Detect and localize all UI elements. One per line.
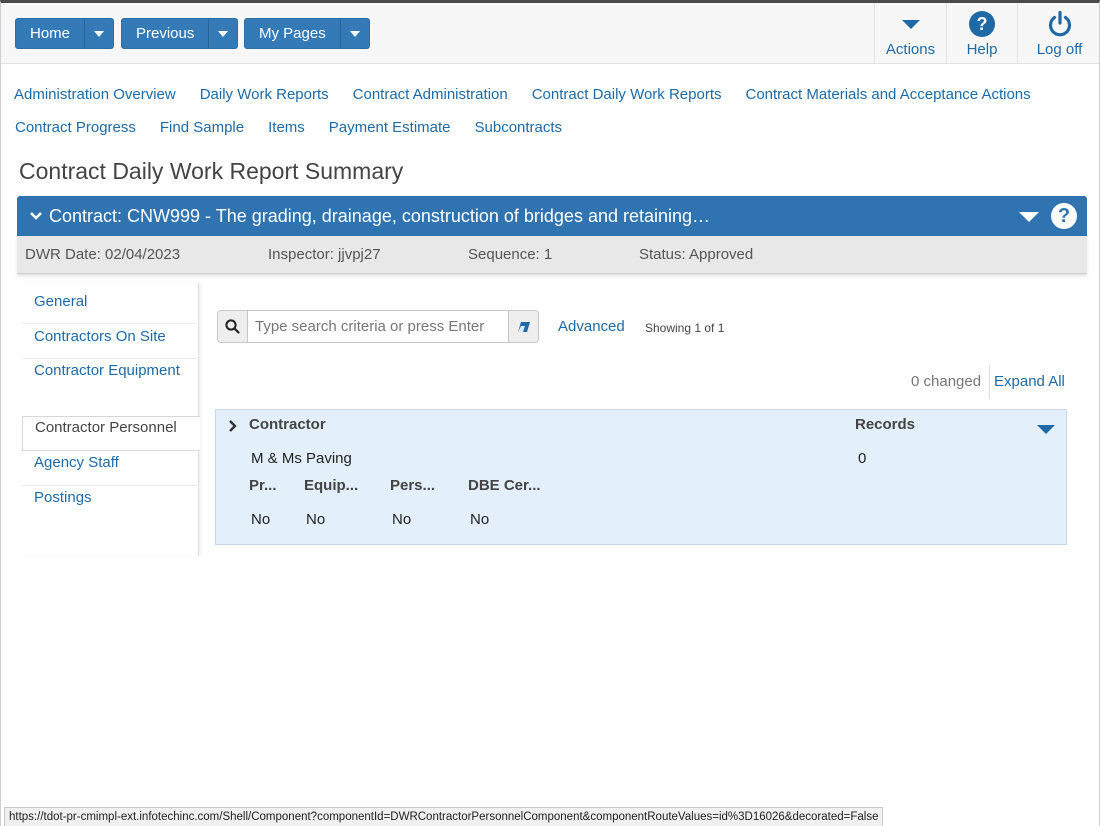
top-toolbar: Home Previous My Pages Actions ? Help Lo… bbox=[1, 3, 1099, 64]
mypages-button[interactable]: My Pages bbox=[245, 19, 341, 48]
contractor-grid-row: Contractor Records M & Ms Paving 0 Pr...… bbox=[215, 409, 1067, 545]
chevron-down-icon bbox=[901, 11, 921, 37]
home-split-button: Home bbox=[15, 18, 115, 49]
sub-header-equip: Equip... bbox=[304, 477, 359, 494]
nav-link-contract-progress[interactable]: Contract Progress bbox=[15, 119, 136, 136]
nav-links-row-2: Contract Progress Find Sample Items Paym… bbox=[15, 119, 586, 136]
sequence: Sequence: 1 bbox=[468, 246, 553, 263]
sub-value-pr: No bbox=[251, 511, 271, 528]
power-icon bbox=[1046, 10, 1074, 37]
sidenav-item-postings[interactable]: Postings bbox=[22, 486, 199, 521]
sub-header-pr: Pr... bbox=[249, 477, 277, 494]
caret-down-icon bbox=[218, 30, 229, 37]
divider bbox=[989, 365, 990, 399]
records-count: 0 bbox=[858, 450, 867, 467]
question-circle-icon: ? bbox=[968, 11, 996, 37]
chevron-down-icon bbox=[29, 211, 45, 221]
caret-down-icon bbox=[94, 30, 105, 37]
records-column-header: Records bbox=[855, 416, 916, 433]
sub-header-pers: Pers... bbox=[390, 477, 436, 494]
previous-button[interactable]: Previous bbox=[122, 19, 210, 48]
sidenav-item-agency-staff[interactable]: Agency Staff bbox=[22, 451, 199, 486]
contract-header[interactable]: Contract: CNW999 - The grading, drainage… bbox=[17, 196, 1087, 236]
actions-label: Actions bbox=[885, 41, 936, 58]
mypages-dropdown-button[interactable] bbox=[341, 19, 369, 48]
nav-links-row-1: Administration Overview Daily Work Repor… bbox=[14, 86, 1055, 103]
help-button[interactable]: ? Help bbox=[946, 3, 1017, 64]
nav-link-payment-estimate[interactable]: Payment Estimate bbox=[329, 119, 451, 136]
nav-link-contract-administration[interactable]: Contract Administration bbox=[353, 86, 508, 103]
nav-link-contract-daily-work-reports[interactable]: Contract Daily Work Reports bbox=[532, 86, 722, 103]
home-button[interactable]: Home bbox=[16, 19, 86, 48]
inspector: Inspector: jjvpj27 bbox=[268, 246, 381, 263]
contractor-column-header: Contractor bbox=[249, 416, 326, 433]
nav-link-contract-materials[interactable]: Contract Materials and Acceptance Action… bbox=[746, 86, 1031, 103]
svg-text:?: ? bbox=[977, 14, 988, 34]
changed-count: 0 changed bbox=[911, 373, 982, 390]
caret-down-icon bbox=[349, 30, 360, 37]
sub-header-dbe: DBE Cer... bbox=[468, 477, 541, 494]
row-menu-icon[interactable] bbox=[1037, 425, 1055, 434]
sidenav-item-contractor-equipment[interactable]: Contractor Equipment bbox=[22, 359, 199, 417]
actions-button[interactable]: Actions bbox=[874, 3, 946, 64]
contract-menu-icon[interactable] bbox=[1019, 212, 1039, 222]
advanced-search-link[interactable]: Advanced bbox=[558, 318, 625, 335]
search-input[interactable] bbox=[248, 311, 508, 342]
nav-link-administration-overview[interactable]: Administration Overview bbox=[14, 86, 176, 103]
help-label: Help bbox=[966, 41, 998, 58]
contractor-name: M & Ms Paving bbox=[251, 450, 352, 467]
sidenav-item-contractor-personnel[interactable]: Contractor Personnel bbox=[22, 416, 200, 451]
search-icon[interactable] bbox=[218, 311, 248, 342]
expand-all-link[interactable]: Expand All bbox=[994, 373, 1065, 390]
previous-dropdown-button[interactable] bbox=[209, 19, 237, 48]
sidenav-item-general[interactable]: General bbox=[22, 289, 199, 324]
logoff-button[interactable]: Log off bbox=[1017, 3, 1100, 64]
nav-link-items[interactable]: Items bbox=[268, 119, 305, 136]
nav-link-subcontracts[interactable]: Subcontracts bbox=[475, 119, 563, 136]
sub-value-dbe: No bbox=[470, 511, 490, 528]
browser-status-url: https://tdot-pr-cmimpl-ext.infotechinc.c… bbox=[4, 807, 884, 826]
status: Status: Approved bbox=[639, 246, 754, 263]
sidenav-item-contractors-on-site[interactable]: Contractors On Site bbox=[22, 324, 199, 359]
mypages-split-button: My Pages bbox=[244, 18, 370, 49]
sub-value-pers: No bbox=[392, 511, 412, 528]
side-navigation: General Contractors On Site Contractor E… bbox=[22, 283, 200, 556]
nav-link-find-sample[interactable]: Find Sample bbox=[160, 119, 244, 136]
chevron-right-icon[interactable] bbox=[228, 419, 238, 438]
dwr-info-bar: DWR Date: 02/04/2023 Inspector: jjvpj27 … bbox=[17, 236, 1087, 274]
nav-link-daily-work-reports[interactable]: Daily Work Reports bbox=[200, 86, 329, 103]
dwr-date: DWR Date: 02/04/2023 bbox=[25, 246, 181, 263]
logoff-label: Log off bbox=[1036, 41, 1083, 58]
contract-title: Contract: CNW999 - The grading, drainage… bbox=[49, 205, 711, 226]
page-title: Contract Daily Work Report Summary bbox=[19, 158, 404, 184]
eraser-icon[interactable] bbox=[508, 311, 538, 342]
search-box bbox=[217, 310, 539, 343]
home-dropdown-button[interactable] bbox=[85, 19, 113, 48]
showing-count: Showing 1 of 1 bbox=[645, 321, 725, 335]
question-circle-icon[interactable]: ? bbox=[1051, 203, 1077, 229]
sub-value-equip: No bbox=[306, 511, 326, 528]
previous-split-button: Previous bbox=[121, 18, 239, 49]
